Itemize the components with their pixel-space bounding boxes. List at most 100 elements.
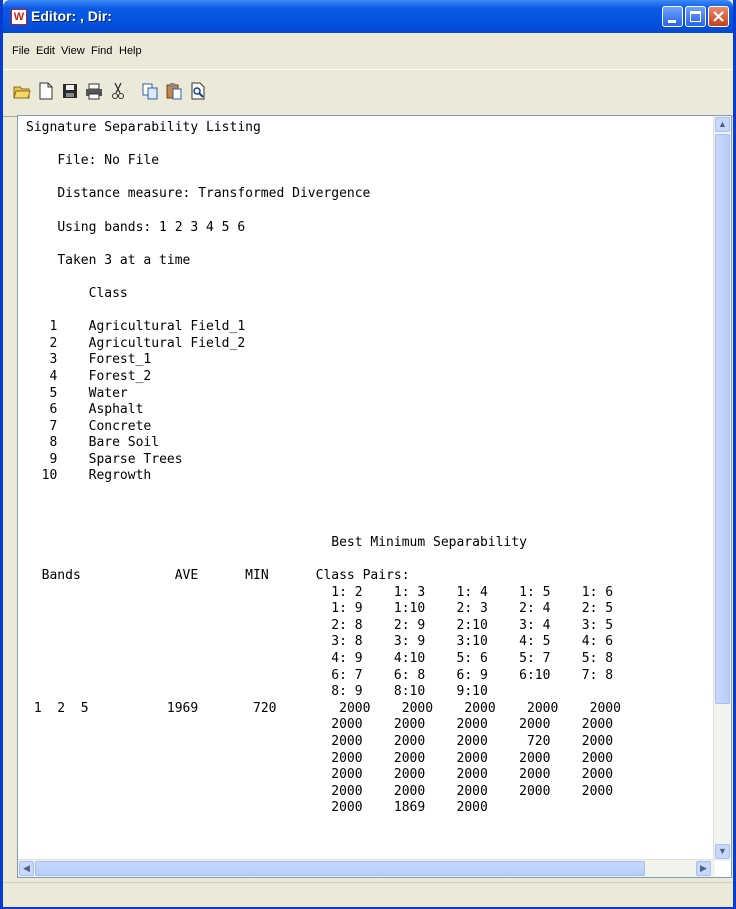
separability-value: 2000 bbox=[511, 750, 551, 766]
class-pair: 1: 4 bbox=[448, 584, 488, 600]
pair-row: 1: 2 1: 3 1: 4 1: 5 1: 6 bbox=[26, 585, 613, 600]
separability-value: 2000 bbox=[573, 733, 614, 749]
class-pair: 3:10 bbox=[448, 634, 488, 650]
window-title: Editor: , Dir: bbox=[31, 8, 112, 24]
separability-value: 2000 bbox=[386, 783, 426, 799]
separability-value: 2000 bbox=[511, 767, 551, 783]
class-name: Asphalt bbox=[88, 402, 144, 418]
separability-value: 2000 bbox=[448, 783, 488, 799]
class-pair: 2: 4 bbox=[511, 601, 551, 617]
maximize-icon bbox=[690, 11, 701, 22]
col-min-header: MIN bbox=[245, 568, 269, 584]
cut-icon[interactable] bbox=[109, 82, 127, 100]
menu-file[interactable]: File bbox=[12, 45, 30, 57]
class-pair: 1:10 bbox=[386, 601, 426, 617]
col-bands-header: Bands bbox=[41, 568, 81, 584]
class-pair: 5: 8 bbox=[573, 651, 614, 666]
maximize-button[interactable] bbox=[685, 6, 706, 27]
scroll-up-icon[interactable]: ▲ bbox=[715, 117, 730, 132]
class-pair: 6:10 bbox=[511, 667, 551, 683]
class-id: 8 bbox=[26, 435, 58, 451]
status-bar bbox=[3, 882, 733, 907]
menu-bar: File Edit View Find Help bbox=[3, 33, 733, 69]
class-row: 9 Sparse Trees bbox=[26, 452, 182, 467]
class-pair: 1: 2 bbox=[323, 584, 363, 600]
class-id: 3 bbox=[26, 352, 58, 368]
minimize-button[interactable] bbox=[662, 6, 683, 27]
pair-row: 3: 8 3: 9 3:10 4: 5 4: 6 bbox=[26, 634, 613, 649]
separability-listing: Signature Separability Listing File: No … bbox=[26, 120, 621, 817]
new-document-icon[interactable] bbox=[37, 82, 55, 100]
separability-value: 2000 bbox=[323, 717, 363, 733]
close-button[interactable] bbox=[708, 6, 729, 27]
class-pair: 1: 5 bbox=[511, 584, 551, 600]
separability-value: 2000 bbox=[323, 733, 363, 749]
col-ave-header: AVE bbox=[174, 568, 199, 584]
best-separability-title: Best Minimum Separability bbox=[331, 534, 527, 550]
class-pair: 9:10 bbox=[448, 684, 488, 700]
class-list: 1 Agricultural Field_1 2 Agricultural Fi… bbox=[26, 319, 246, 484]
value-row: 2000 2000 2000 2000 2000 bbox=[26, 767, 613, 782]
menu-edit[interactable]: Edit bbox=[36, 45, 55, 57]
class-name: Agricultural Field_2 bbox=[88, 335, 246, 351]
separability-value: 2000 bbox=[386, 750, 426, 766]
horizontal-scrollbar[interactable]: ◀ ▶ bbox=[18, 859, 715, 877]
class-row: 7 Concrete bbox=[26, 419, 151, 434]
menu-help[interactable]: Help bbox=[119, 45, 142, 57]
minimize-icon bbox=[668, 20, 676, 23]
value-row: 1 2 5 1969 720 2000 2000 2000 2000 2000 bbox=[26, 701, 621, 716]
scroll-left-icon[interactable]: ◀ bbox=[19, 861, 34, 876]
class-name: Forest_1 bbox=[88, 352, 152, 368]
class-pair: 2: 5 bbox=[573, 601, 614, 617]
menu-find[interactable]: Find bbox=[91, 45, 112, 57]
scroll-down-icon[interactable]: ▼ bbox=[715, 844, 730, 859]
class-id: 7 bbox=[26, 418, 58, 434]
copy-icon[interactable] bbox=[141, 82, 159, 100]
app-icon[interactable]: W bbox=[11, 9, 27, 25]
print-icon[interactable] bbox=[85, 82, 103, 100]
vertical-scroll-thumb[interactable] bbox=[715, 134, 730, 704]
class-row: 4 Forest_2 bbox=[26, 369, 151, 384]
scroll-right-icon[interactable]: ▶ bbox=[696, 861, 711, 876]
title-bar[interactable]: W Editor: , Dir: bbox=[3, 0, 733, 33]
class-row: 10 Regrowth bbox=[26, 468, 152, 484]
vertical-scrollbar[interactable]: ▲ ▼ bbox=[713, 116, 731, 861]
class-id: 10 bbox=[26, 468, 58, 484]
class-name: Agricultural Field_1 bbox=[88, 319, 246, 335]
paste-icon[interactable] bbox=[165, 82, 183, 100]
class-pair: 6: 9 bbox=[448, 667, 488, 683]
listing-header: Signature Separability Listing bbox=[26, 120, 261, 135]
menu-view[interactable]: View bbox=[61, 45, 85, 57]
save-icon[interactable] bbox=[61, 82, 79, 100]
result-min: 720 bbox=[253, 700, 277, 716]
find-icon[interactable] bbox=[189, 82, 207, 100]
class-row: 2 Agricultural Field_2 bbox=[26, 336, 245, 351]
class-pair: 5: 7 bbox=[511, 651, 551, 666]
class-id: 2 bbox=[26, 335, 58, 351]
pair-row: 4: 9 4:10 5: 6 5: 7 5: 8 bbox=[26, 651, 613, 666]
class-id: 5 bbox=[26, 385, 58, 401]
class-pair: 2:10 bbox=[448, 617, 488, 633]
separability-value: 2000 bbox=[448, 750, 488, 766]
class-name: Concrete bbox=[88, 418, 152, 434]
horizontal-scroll-thumb[interactable] bbox=[35, 861, 645, 876]
separability-value: 2000 bbox=[331, 700, 371, 716]
class-name: Forest_2 bbox=[88, 368, 152, 384]
class-pair: 4:10 bbox=[386, 651, 426, 666]
class-pair: 5: 6 bbox=[448, 651, 488, 666]
open-folder-icon[interactable] bbox=[13, 82, 31, 100]
value-row: 2000 2000 2000 2000 2000 bbox=[26, 784, 613, 799]
separability-value: 720 bbox=[511, 733, 551, 749]
separability-value: 2000 bbox=[323, 750, 363, 766]
separability-value: 2000 bbox=[448, 767, 488, 783]
class-name: Water bbox=[88, 385, 128, 401]
class-pair: 3: 5 bbox=[573, 617, 614, 633]
text-editor-area[interactable]: Signature Separability Listing File: No … bbox=[17, 115, 732, 878]
pair-row: 6: 7 6: 8 6: 9 6:10 7: 8 bbox=[26, 668, 613, 683]
separability-value: 2000 bbox=[386, 717, 426, 733]
class-id: 4 bbox=[26, 368, 58, 384]
file-line: File: No File bbox=[57, 153, 160, 169]
pair-row: 2: 8 2: 9 2:10 3: 4 3: 5 bbox=[26, 618, 613, 633]
taken-line: Taken 3 at a time bbox=[57, 252, 191, 268]
value-row: 2000 2000 2000 720 2000 bbox=[26, 734, 613, 749]
